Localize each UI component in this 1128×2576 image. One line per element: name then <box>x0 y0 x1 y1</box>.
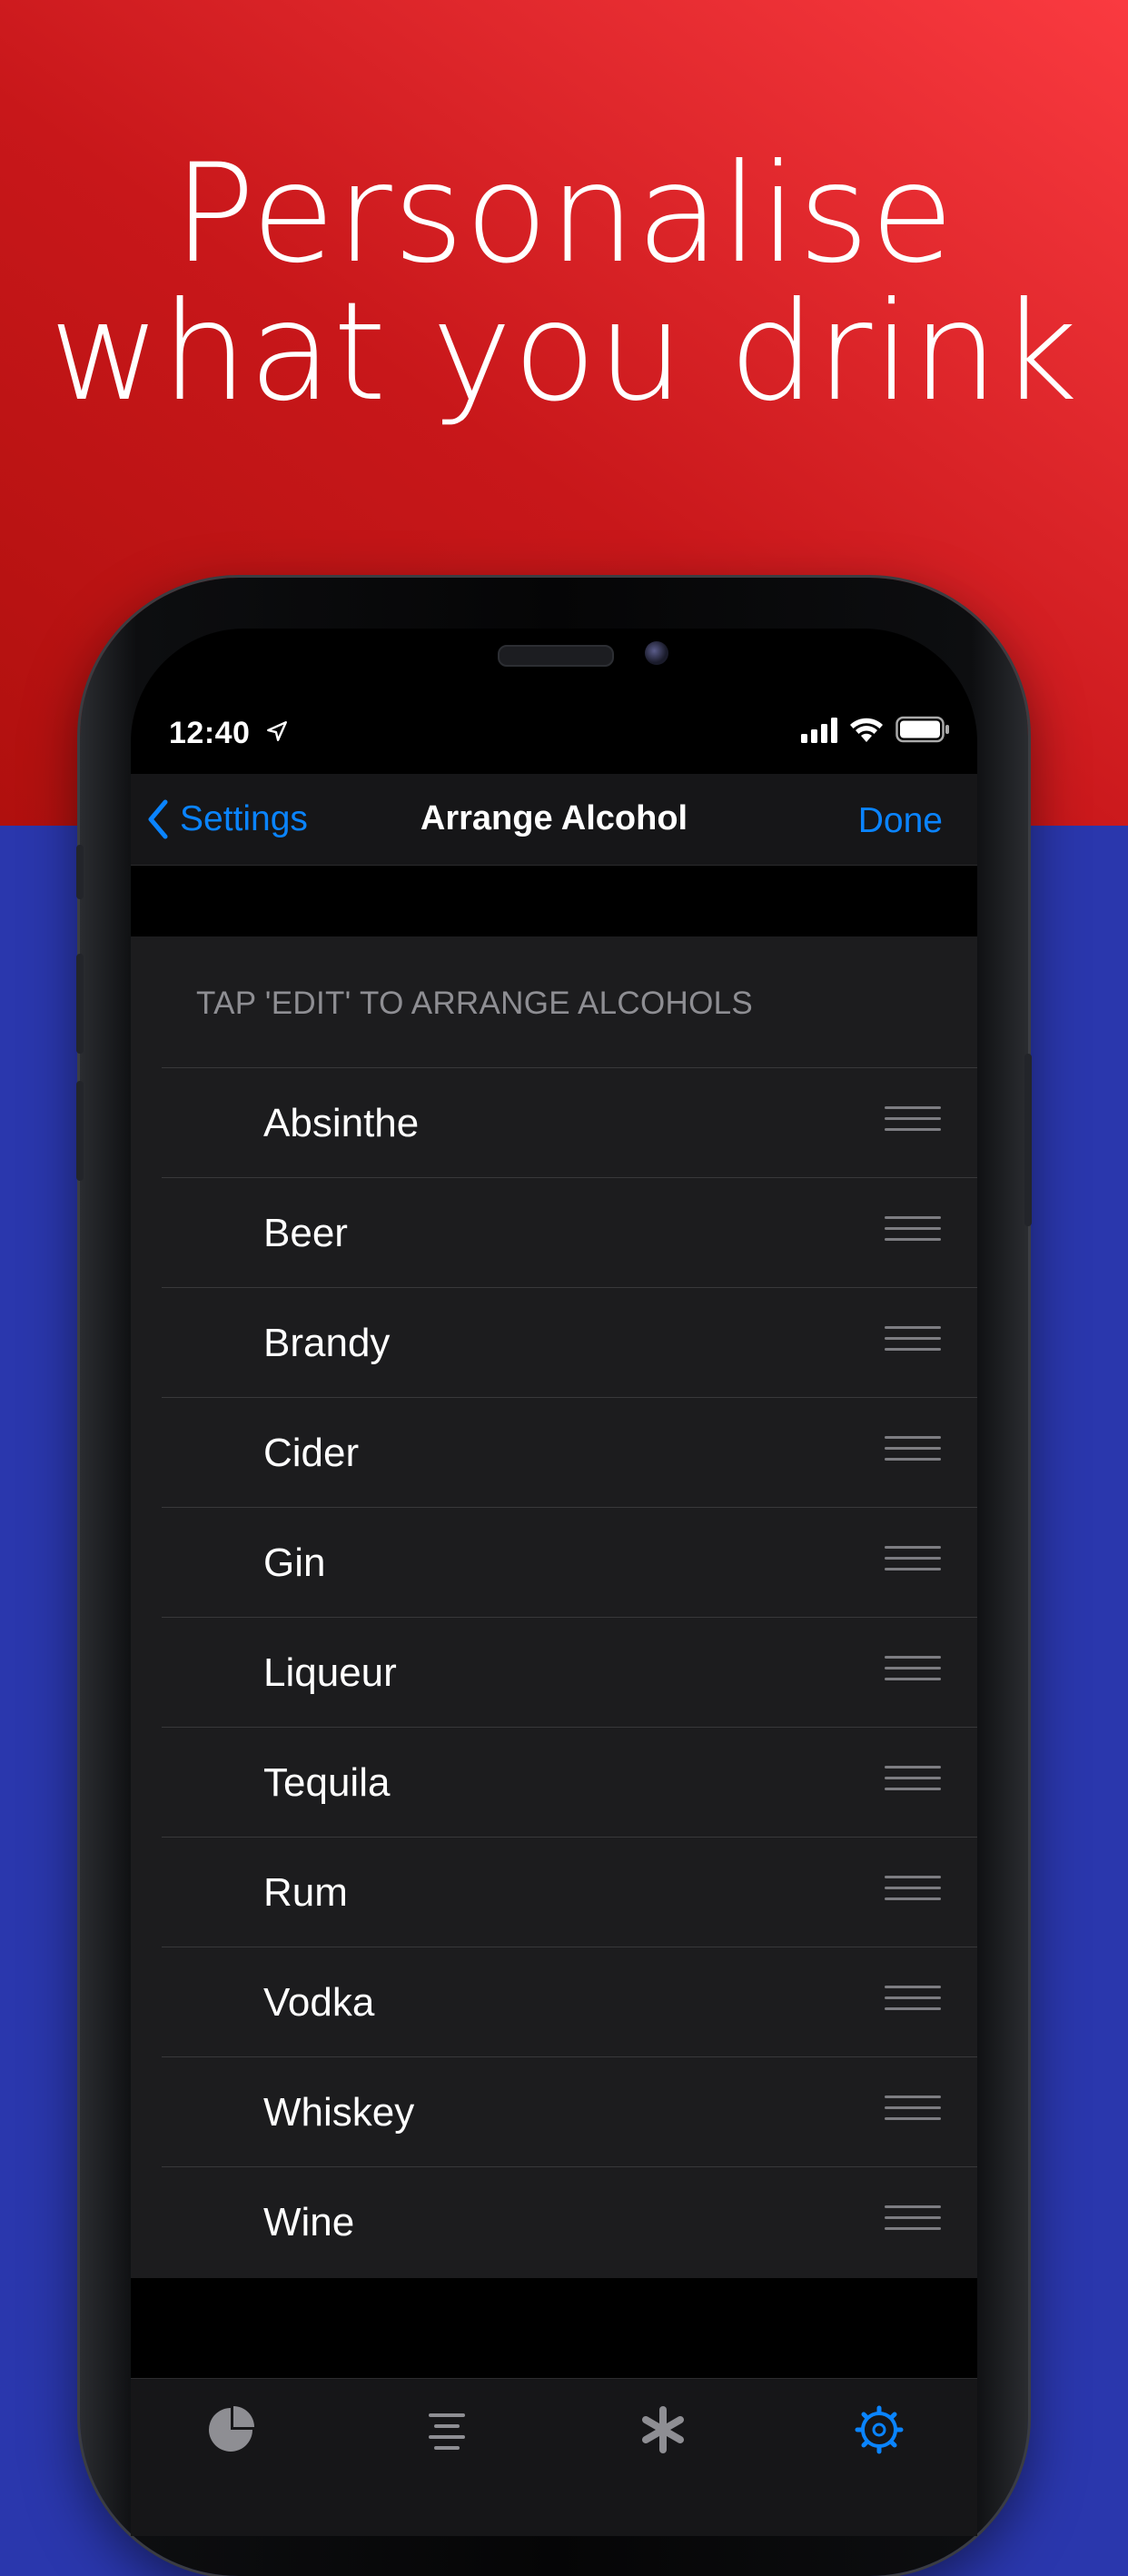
reorder-handle-icon[interactable] <box>885 2095 941 2128</box>
list-item[interactable]: Wine <box>162 2166 977 2276</box>
phone-volume-up-button <box>76 954 84 1054</box>
wifi-icon <box>850 718 883 742</box>
alcohol-list: Absinthe Beer Brandy Cider Gin Liqueur T… <box>162 1067 977 2276</box>
section-header: TAP 'EDIT' TO ARRANGE ALCOHOLS <box>196 986 754 1021</box>
list-item-label: Absinthe <box>263 1101 420 1145</box>
reorder-handle-icon[interactable] <box>885 1656 941 1689</box>
list-item[interactable]: Whiskey <box>162 2056 977 2166</box>
list-item-label: Gin <box>263 1541 326 1585</box>
phone-side-button <box>76 845 84 899</box>
list-item[interactable]: Rum <box>162 1837 977 1947</box>
list-icon[interactable] <box>421 2404 472 2455</box>
reorder-handle-icon[interactable] <box>885 1876 941 1908</box>
page-title: Arrange Alcohol <box>420 799 688 837</box>
cellular-signal-icon <box>801 718 837 743</box>
phone-volume-down-button <box>76 1081 84 1181</box>
headline-line-1: Personalise <box>173 135 955 293</box>
settings-gear-icon[interactable] <box>854 2404 905 2455</box>
list-item-label: Rum <box>263 1870 348 1915</box>
phone-screen: 12:40 Settings Arrange Alcohol Done TAP … <box>131 629 977 2536</box>
list-item-label: Cider <box>263 1431 360 1475</box>
front-camera <box>645 641 668 665</box>
list-item-label: Whiskey <box>263 2090 415 2135</box>
list-item[interactable]: Liqueur <box>162 1617 977 1727</box>
speaker-grille <box>498 645 614 667</box>
list-item[interactable]: Absinthe <box>162 1067 977 1177</box>
section-spacer <box>131 866 977 936</box>
promo-headline: Personalise what you drink <box>0 145 1128 421</box>
list-item[interactable]: Brandy <box>162 1287 977 1397</box>
list-item[interactable]: Beer <box>162 1177 977 1287</box>
list-item[interactable]: Cider <box>162 1397 977 1507</box>
alcohol-list-section: TAP 'EDIT' TO ARRANGE ALCOHOLS Absinthe … <box>131 936 977 2278</box>
reorder-handle-icon[interactable] <box>885 2205 941 2238</box>
list-item-label: Tequila <box>263 1760 391 1805</box>
tab-bar <box>131 2378 977 2536</box>
list-item-label: Liqueur <box>263 1650 397 1695</box>
list-item[interactable]: Tequila <box>162 1727 977 1837</box>
list-item-label: Brandy <box>263 1321 391 1365</box>
reorder-handle-icon[interactable] <box>885 1436 941 1469</box>
reorder-handle-icon[interactable] <box>885 1326 941 1359</box>
reorder-handle-icon[interactable] <box>885 1546 941 1579</box>
list-item-label: Vodka <box>263 1980 375 2025</box>
battery-icon <box>895 716 949 743</box>
location-arrow-icon <box>267 721 287 741</box>
reorder-handle-icon[interactable] <box>885 1106 941 1139</box>
navigation-bar: Settings Arrange Alcohol Done <box>131 774 977 866</box>
headline-line-2: what you drink <box>49 273 1079 431</box>
list-item-label: Beer <box>263 1211 348 1255</box>
list-item[interactable]: Vodka <box>162 1947 977 2056</box>
done-button[interactable]: Done <box>858 801 943 841</box>
pie-chart-icon[interactable] <box>205 2404 256 2455</box>
reorder-handle-icon[interactable] <box>885 1766 941 1798</box>
notch <box>318 629 790 719</box>
status-time: 12:40 <box>169 716 251 750</box>
asterisk-icon[interactable] <box>638 2404 688 2455</box>
phone-power-button <box>1024 1054 1032 1226</box>
reorder-handle-icon[interactable] <box>885 1216 941 1249</box>
list-item[interactable]: Gin <box>162 1507 977 1617</box>
reorder-handle-icon[interactable] <box>885 1986 941 2018</box>
list-item-label: Wine <box>263 2200 355 2244</box>
bottom-spacer <box>131 2278 977 2378</box>
